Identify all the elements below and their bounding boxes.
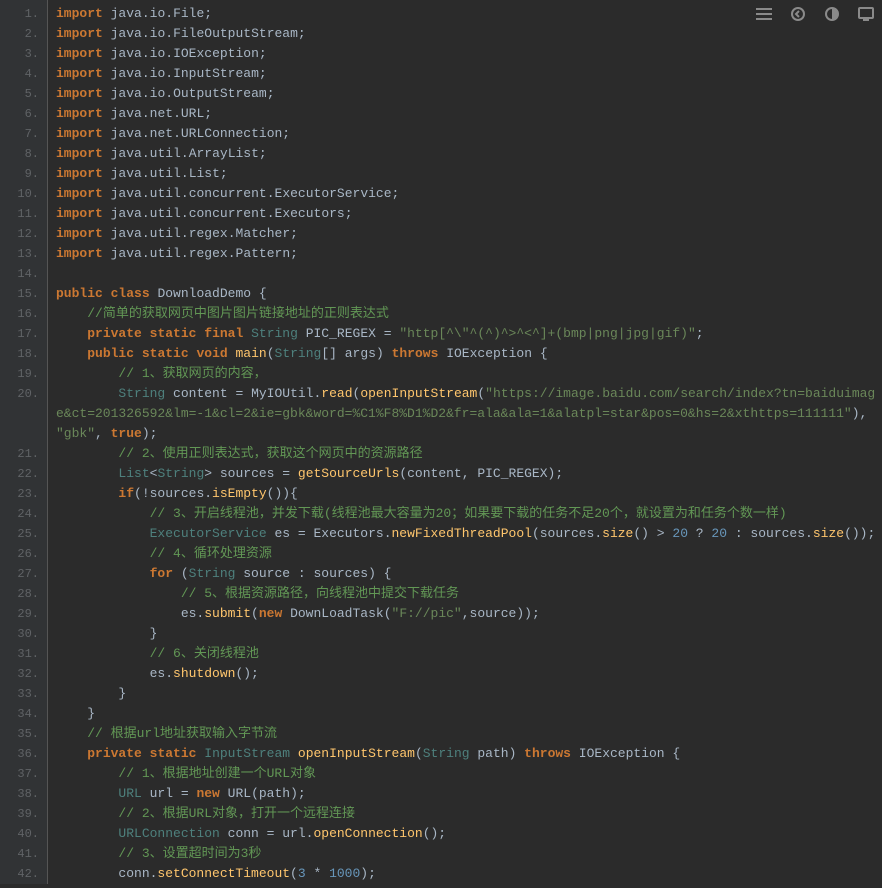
code-line[interactable]: } — [56, 704, 882, 724]
line-number: 38. — [0, 784, 47, 804]
code-line[interactable]: import java.util.List; — [56, 164, 882, 184]
line-number: 16. — [0, 304, 47, 324]
line-number: 42. — [0, 864, 47, 884]
code-line[interactable]: public static void main(String[] args) t… — [56, 344, 882, 364]
code-line[interactable]: import java.util.concurrent.ExecutorServ… — [56, 184, 882, 204]
line-number: 13. — [0, 244, 47, 264]
line-number: 37. — [0, 764, 47, 784]
line-number: 35. — [0, 724, 47, 744]
line-number: 2. — [0, 24, 47, 44]
line-number: 31. — [0, 644, 47, 664]
list-icon[interactable] — [756, 6, 772, 22]
line-number: 25. — [0, 524, 47, 544]
code-line[interactable]: // 4、循环处理资源 — [56, 544, 882, 564]
code-line[interactable]: conn.setConnectTimeout(3 * 1000); — [56, 864, 882, 884]
line-number: 21. — [0, 444, 47, 464]
code-line[interactable]: // 1、根据地址创建一个URL对象 — [56, 764, 882, 784]
code-line[interactable]: private static final String PIC_REGEX = … — [56, 324, 882, 344]
line-number: 20. — [0, 384, 47, 444]
code-line[interactable]: for (String source : sources) { — [56, 564, 882, 584]
code-line[interactable]: URLConnection conn = url.openConnection(… — [56, 824, 882, 844]
line-number: 1. — [0, 4, 47, 24]
code-line[interactable]: ExecutorService es = Executors.newFixedT… — [56, 524, 882, 544]
code-line[interactable]: //简单的获取网页中图片图片链接地址的正则表达式 — [56, 304, 882, 324]
line-number: 12. — [0, 224, 47, 244]
line-number: 3. — [0, 44, 47, 64]
code-line[interactable]: // 5、根据资源路径，向线程池中提交下载任务 — [56, 584, 882, 604]
line-number: 15. — [0, 284, 47, 304]
line-number: 19. — [0, 364, 47, 384]
code-line[interactable]: // 3、设置超时间为3秒 — [56, 844, 882, 864]
line-number: 5. — [0, 84, 47, 104]
line-number: 8. — [0, 144, 47, 164]
line-number: 22. — [0, 464, 47, 484]
line-number: 23. — [0, 484, 47, 504]
code-line[interactable]: import java.util.regex.Pattern; — [56, 244, 882, 264]
code-line[interactable]: // 1、获取网页的内容， — [56, 364, 882, 384]
line-number: 28. — [0, 584, 47, 604]
line-number: 29. — [0, 604, 47, 624]
code-line[interactable]: import java.util.regex.Matcher; — [56, 224, 882, 244]
line-number: 18. — [0, 344, 47, 364]
code-editor[interactable]: 1.2.3.4.5.6.7.8.9.10.11.12.13.14.15.16.1… — [0, 0, 882, 884]
code-line[interactable]: import java.util.ArrayList; — [56, 144, 882, 164]
contrast-icon[interactable] — [824, 6, 840, 22]
line-number: 26. — [0, 544, 47, 564]
line-number: 24. — [0, 504, 47, 524]
line-number: 7. — [0, 124, 47, 144]
line-number: 32. — [0, 664, 47, 684]
code-line[interactable]: es.shutdown(); — [56, 664, 882, 684]
code-line[interactable]: import java.io.InputStream; — [56, 64, 882, 84]
code-line[interactable]: import java.io.OutputStream; — [56, 84, 882, 104]
code-line[interactable]: import java.net.URL; — [56, 104, 882, 124]
code-line[interactable]: import java.util.concurrent.Executors; — [56, 204, 882, 224]
line-number: 4. — [0, 64, 47, 84]
line-number: 30. — [0, 624, 47, 644]
line-number: 33. — [0, 684, 47, 704]
code-line[interactable]: String content = MyIOUtil.read(openInput… — [56, 384, 882, 444]
line-number: 40. — [0, 824, 47, 844]
code-line[interactable]: // 3、开启线程池，并发下载(线程池最大容量为20；如果要下载的任务不足20个… — [56, 504, 882, 524]
line-number-gutter: 1.2.3.4.5.6.7.8.9.10.11.12.13.14.15.16.1… — [0, 0, 48, 884]
code-line[interactable]: // 2、根据URL对象，打开一个远程连接 — [56, 804, 882, 824]
code-area[interactable]: import java.io.File;import java.io.FileO… — [48, 0, 882, 884]
line-number: 6. — [0, 104, 47, 124]
line-number: 9. — [0, 164, 47, 184]
line-number: 36. — [0, 744, 47, 764]
line-number: 10. — [0, 184, 47, 204]
code-line[interactable]: import java.io.FileOutputStream; — [56, 24, 882, 44]
code-line[interactable]: List<String> sources = getSourceUrls(con… — [56, 464, 882, 484]
code-line[interactable]: import java.net.URLConnection; — [56, 124, 882, 144]
code-line[interactable]: // 2、使用正则表达式，获取这个网页中的资源路径 — [56, 444, 882, 464]
code-line[interactable]: es.submit(new DownLoadTask("F://pic",sou… — [56, 604, 882, 624]
line-number: 34. — [0, 704, 47, 724]
code-line[interactable]: // 根据url地址获取输入字节流 — [56, 724, 882, 744]
line-number: 17. — [0, 324, 47, 344]
code-line[interactable]: // 6、关闭线程池 — [56, 644, 882, 664]
back-icon[interactable] — [790, 6, 806, 22]
line-number: 39. — [0, 804, 47, 824]
monitor-icon[interactable] — [858, 6, 874, 22]
code-line[interactable]: public class DownloadDemo { — [56, 284, 882, 304]
line-number: 41. — [0, 844, 47, 864]
code-line[interactable] — [56, 264, 882, 284]
code-line[interactable]: import java.io.IOException; — [56, 44, 882, 64]
line-number: 27. — [0, 564, 47, 584]
line-number: 11. — [0, 204, 47, 224]
line-number: 14. — [0, 264, 47, 284]
editor-toolbar — [756, 6, 874, 22]
code-line[interactable]: } — [56, 624, 882, 644]
code-line[interactable]: private static InputStream openInputStre… — [56, 744, 882, 764]
code-line[interactable]: } — [56, 684, 882, 704]
code-line[interactable]: URL url = new URL(path); — [56, 784, 882, 804]
code-line[interactable]: if(!sources.isEmpty()){ — [56, 484, 882, 504]
